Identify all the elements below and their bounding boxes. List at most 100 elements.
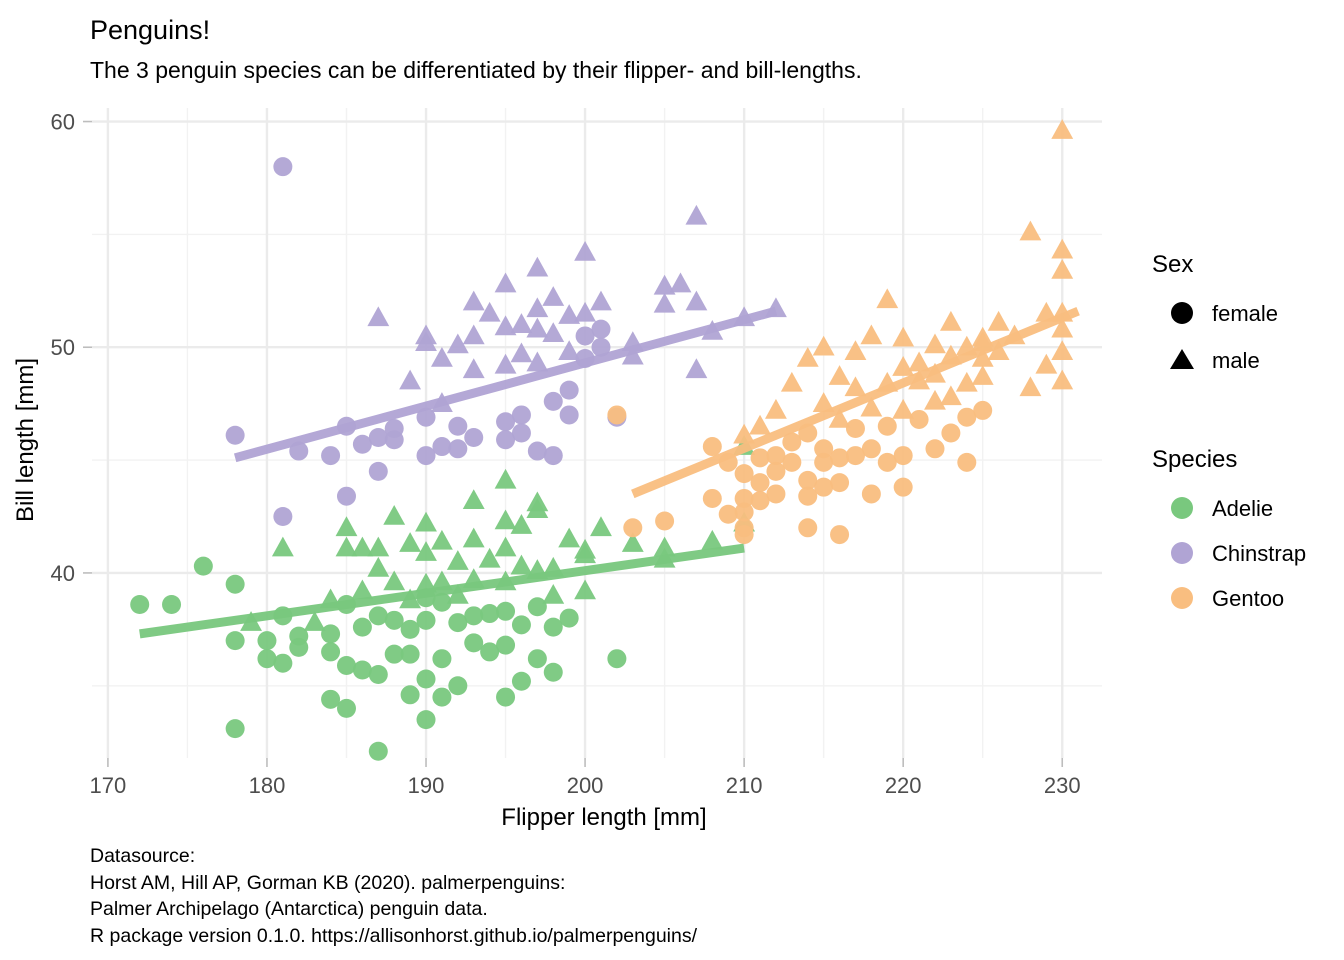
scatter-point-gentoo	[845, 418, 865, 438]
scatter-point-gentoo	[860, 324, 883, 345]
scatter-point-adelie	[289, 637, 309, 657]
scatter-point-adelie	[368, 664, 388, 684]
scatter-point-chinstrap	[591, 319, 611, 339]
scatter-point-chinstrap	[273, 157, 293, 177]
scatter-point-adelie	[448, 676, 468, 696]
scatter-point-gentoo	[750, 448, 770, 468]
scatter-point-adelie	[511, 615, 531, 635]
scatter-point-gentoo	[780, 371, 803, 392]
scatter-chart: 170 180 190 200 210 220 230 40 50 60 Bill length …	[12, 108, 1306, 831]
legend-key-gentoo-icon[interactable]	[1171, 587, 1193, 609]
scatter-point-gentoo	[877, 416, 897, 436]
scatter-point-adelie	[527, 649, 547, 669]
scatter-point-adelie	[273, 653, 293, 673]
scatter-point-chinstrap	[462, 290, 485, 311]
scatter-point-gentoo	[830, 448, 850, 468]
scatter-point-gentoo	[909, 409, 929, 429]
scatter-point-gentoo	[973, 400, 993, 420]
legend-key-female-icon[interactable]	[1171, 302, 1193, 324]
scatter-point-gentoo	[1019, 220, 1042, 241]
scatter-point-adelie	[464, 633, 484, 653]
scatter-point-adelie	[542, 584, 565, 604]
scatter-point-chinstrap	[462, 358, 485, 379]
scatter-point-adelie	[543, 617, 563, 637]
scatter-point-adelie	[383, 505, 406, 525]
scatter-point-chinstrap	[685, 290, 708, 311]
scatter-point-chinstrap	[574, 240, 596, 261]
plot-caption: Datasource: Horst AM, Hill AP, Gorman KB…	[90, 845, 698, 947]
scatter-point-adelie	[462, 489, 485, 509]
y-tick-label: 50	[51, 335, 75, 360]
scatter-point-gentoo	[861, 439, 881, 459]
scatter-point-adelie	[351, 579, 374, 600]
legend-key-adelie-icon[interactable]	[1171, 497, 1193, 519]
scatter-point-gentoo	[655, 511, 675, 531]
scatter-point-adelie	[367, 536, 390, 557]
scatter-point-gentoo	[971, 365, 994, 385]
scatter-point-gentoo	[623, 518, 643, 538]
scatter-point-chinstrap	[510, 342, 533, 363]
scatter-point-gentoo	[893, 477, 913, 497]
scatter-point-adelie	[368, 741, 388, 761]
scatter-point-gentoo	[798, 486, 818, 506]
scatter-point-gentoo	[957, 452, 977, 472]
legend: Sex female male Species Adelie Chinstrap…	[1152, 251, 1306, 611]
scatter-point-chinstrap	[685, 204, 708, 225]
legend-key-male-icon[interactable]	[1170, 349, 1194, 369]
scatter-point-adelie	[271, 536, 294, 557]
scatter-point-adelie	[462, 527, 485, 548]
scatter-point-chinstrap	[543, 446, 563, 466]
x-tick-label: 170	[90, 773, 127, 798]
scatter-point-adelie	[400, 644, 420, 664]
scatter-point-gentoo	[718, 504, 738, 524]
scatter-point-gentoo	[782, 452, 802, 472]
scatter-point-chinstrap	[542, 286, 565, 306]
scatter-point-adelie	[321, 689, 341, 709]
trend-line-gentoo	[631, 306, 1080, 499]
scatter-point-chinstrap	[526, 297, 549, 318]
scatter-point-adelie	[574, 579, 596, 600]
scatter-point-adelie	[510, 554, 533, 575]
scatter-point-adelie	[225, 631, 245, 651]
scatter-point-adelie	[559, 608, 579, 628]
scatter-point-adelie	[496, 601, 516, 621]
scatter-point-gentoo	[1051, 238, 1074, 259]
scatter-point-adelie	[257, 631, 277, 651]
scatter-point-adelie	[416, 610, 436, 630]
scatter-point-chinstrap	[225, 425, 245, 445]
scatter-point-adelie	[543, 662, 563, 682]
scatter-point-chinstrap	[464, 428, 484, 448]
scatter-point-gentoo	[766, 461, 786, 481]
axis-ticks	[83, 120, 1064, 767]
x-tick-label: 210	[726, 773, 763, 798]
scatter-point-gentoo	[876, 288, 899, 309]
scatter-point-adelie	[511, 671, 531, 691]
scatter-point-adelie	[352, 617, 372, 637]
scatter-point-gentoo	[892, 326, 915, 347]
scatter-point-chinstrap	[494, 272, 517, 293]
scatter-point-adelie	[590, 516, 612, 537]
scatter-point-adelie	[416, 710, 436, 730]
scatter-point-gentoo	[812, 335, 835, 356]
scatter-point-chinstrap	[511, 423, 531, 443]
legend-label-gentoo: Gentoo	[1212, 586, 1284, 611]
scatter-point-chinstrap	[399, 369, 422, 390]
scatter-point-chinstrap	[368, 428, 388, 448]
scatter-point-gentoo	[734, 525, 754, 545]
axis-tick-labels: 170 180 190 200 210 220 230 40 50 60	[51, 110, 1081, 798]
y-axis-title: Bill length [mm]	[12, 358, 39, 522]
scatter-point-adelie	[494, 536, 517, 557]
scatter-point-chinstrap	[574, 301, 596, 322]
scatter-point-adelie	[496, 635, 516, 655]
scatter-point-gentoo	[1019, 376, 1042, 397]
scatter-point-chinstrap	[384, 418, 404, 438]
scatter-point-chinstrap	[448, 416, 468, 436]
scatter-point-adelie	[225, 719, 245, 739]
scatter-point-gentoo	[987, 310, 1010, 331]
legend-label-chinstrap: Chinstrap	[1212, 541, 1306, 566]
scatter-point-adelie	[367, 556, 390, 577]
y-tick-label: 60	[51, 110, 75, 135]
legend-key-chinstrap-icon[interactable]	[1171, 542, 1193, 564]
scatter-point-adelie	[400, 685, 420, 705]
scatter-point-gentoo	[796, 347, 819, 367]
